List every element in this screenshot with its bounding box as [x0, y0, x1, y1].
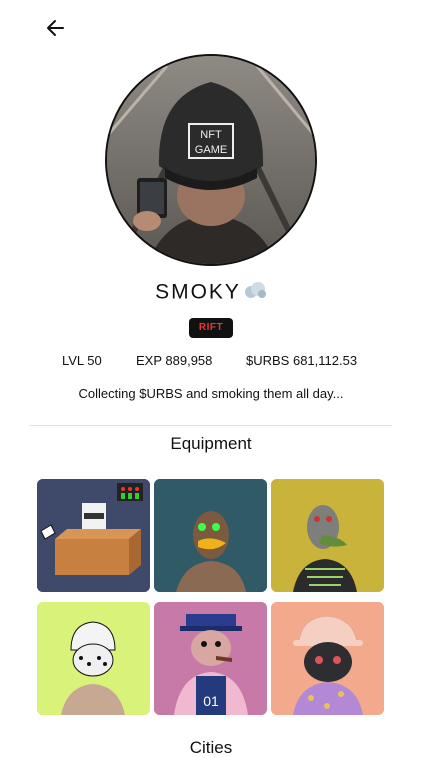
profile-avatar[interactable]: NFT GAME — [105, 54, 317, 266]
equipment-item-cat-bucket-hat[interactable] — [271, 602, 384, 715]
bandana-duck-image — [37, 602, 150, 715]
cat-bucket-hat-image — [271, 602, 384, 715]
avatar-cap-text: NFT — [200, 129, 222, 141]
username-row: SMOKY — [0, 280, 422, 306]
bio-text: Collecting $URBS and smoking them all da… — [78, 386, 344, 401]
duck-green-eyes-image — [154, 479, 267, 592]
rank-badge: RIFT — [189, 318, 233, 338]
exp-stat: EXP 889,958 — [136, 353, 213, 368]
cities-title: Cities — [189, 738, 233, 757]
equipment-item-bandana-duck[interactable] — [37, 602, 150, 715]
urbs-stat: $URBS 681,112.53 — [246, 353, 358, 368]
zombie-duck-image — [271, 479, 384, 592]
smoke-cloud-icon — [243, 280, 267, 306]
equipment-item-captain-duck[interactable]: 01 — [154, 602, 267, 715]
level-stat: LVL 50 — [62, 353, 102, 368]
username: SMOKY — [155, 280, 241, 304]
back-button[interactable] — [44, 16, 68, 40]
box-robot-image — [37, 479, 150, 592]
equipment-item-zombie-duck[interactable] — [271, 479, 384, 592]
avatar-image: NFT GAME — [107, 56, 315, 264]
equipment-title: Equipment — [170, 434, 252, 453]
equipment-item-duck-green-eyes[interactable] — [154, 479, 267, 592]
divider — [30, 425, 392, 426]
svg-text:01: 01 — [203, 693, 219, 709]
captain-duck-image: 01 — [154, 602, 267, 715]
arrow-left-icon — [47, 20, 64, 36]
equipment-item-box-robot[interactable] — [37, 479, 150, 592]
svg-text:GAME: GAME — [195, 144, 227, 156]
